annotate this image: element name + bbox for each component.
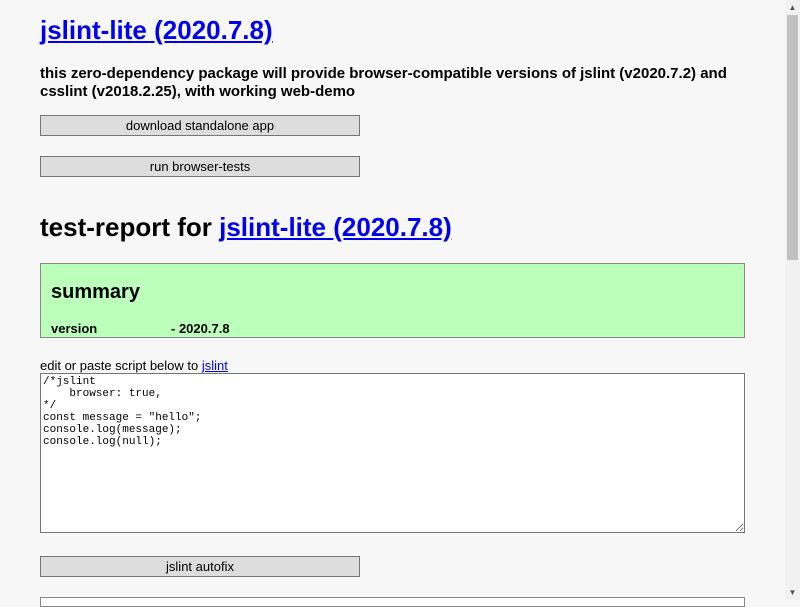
jslint-link[interactable]: jslint bbox=[202, 358, 228, 373]
vertical-scrollbar[interactable]: ▲ ▼ bbox=[785, 0, 800, 600]
title-link[interactable]: jslint-lite (2020.7.8) bbox=[40, 15, 273, 45]
run-browser-tests-button[interactable]: run browser-tests bbox=[40, 156, 360, 177]
summary-key: version bbox=[51, 321, 98, 336]
jslint-autofix-button[interactable]: jslint autofix bbox=[40, 556, 360, 577]
page-title: jslint-lite (2020.7.8) bbox=[40, 15, 273, 46]
lint-results-panel bbox=[40, 597, 745, 607]
scroll-up-arrow-icon[interactable]: ▲ bbox=[785, 0, 800, 15]
summary-value: - 2020.7.8 bbox=[171, 321, 230, 336]
editor-label-text: edit or paste script below to bbox=[40, 358, 202, 373]
package-description: this zero-dependency package will provid… bbox=[40, 65, 727, 100]
test-report-prefix: test-report for bbox=[40, 212, 220, 242]
download-standalone-app-button[interactable]: download standalone app bbox=[40, 115, 360, 136]
editor-label: edit or paste script below to jslint bbox=[40, 358, 228, 373]
summary-panel: summary version - 2020.7.8 bbox=[40, 263, 745, 338]
summary-title: summary bbox=[51, 281, 140, 303]
scroll-down-arrow-icon[interactable]: ▼ bbox=[785, 585, 800, 600]
test-report-heading: test-report for jslint-lite (2020.7.8) bbox=[40, 212, 452, 243]
test-report-link[interactable]: jslint-lite (2020.7.8) bbox=[219, 212, 452, 242]
script-editor[interactable]: /*jslint browser: true, */ const message… bbox=[40, 373, 745, 533]
scrollbar-thumb[interactable] bbox=[787, 15, 798, 260]
